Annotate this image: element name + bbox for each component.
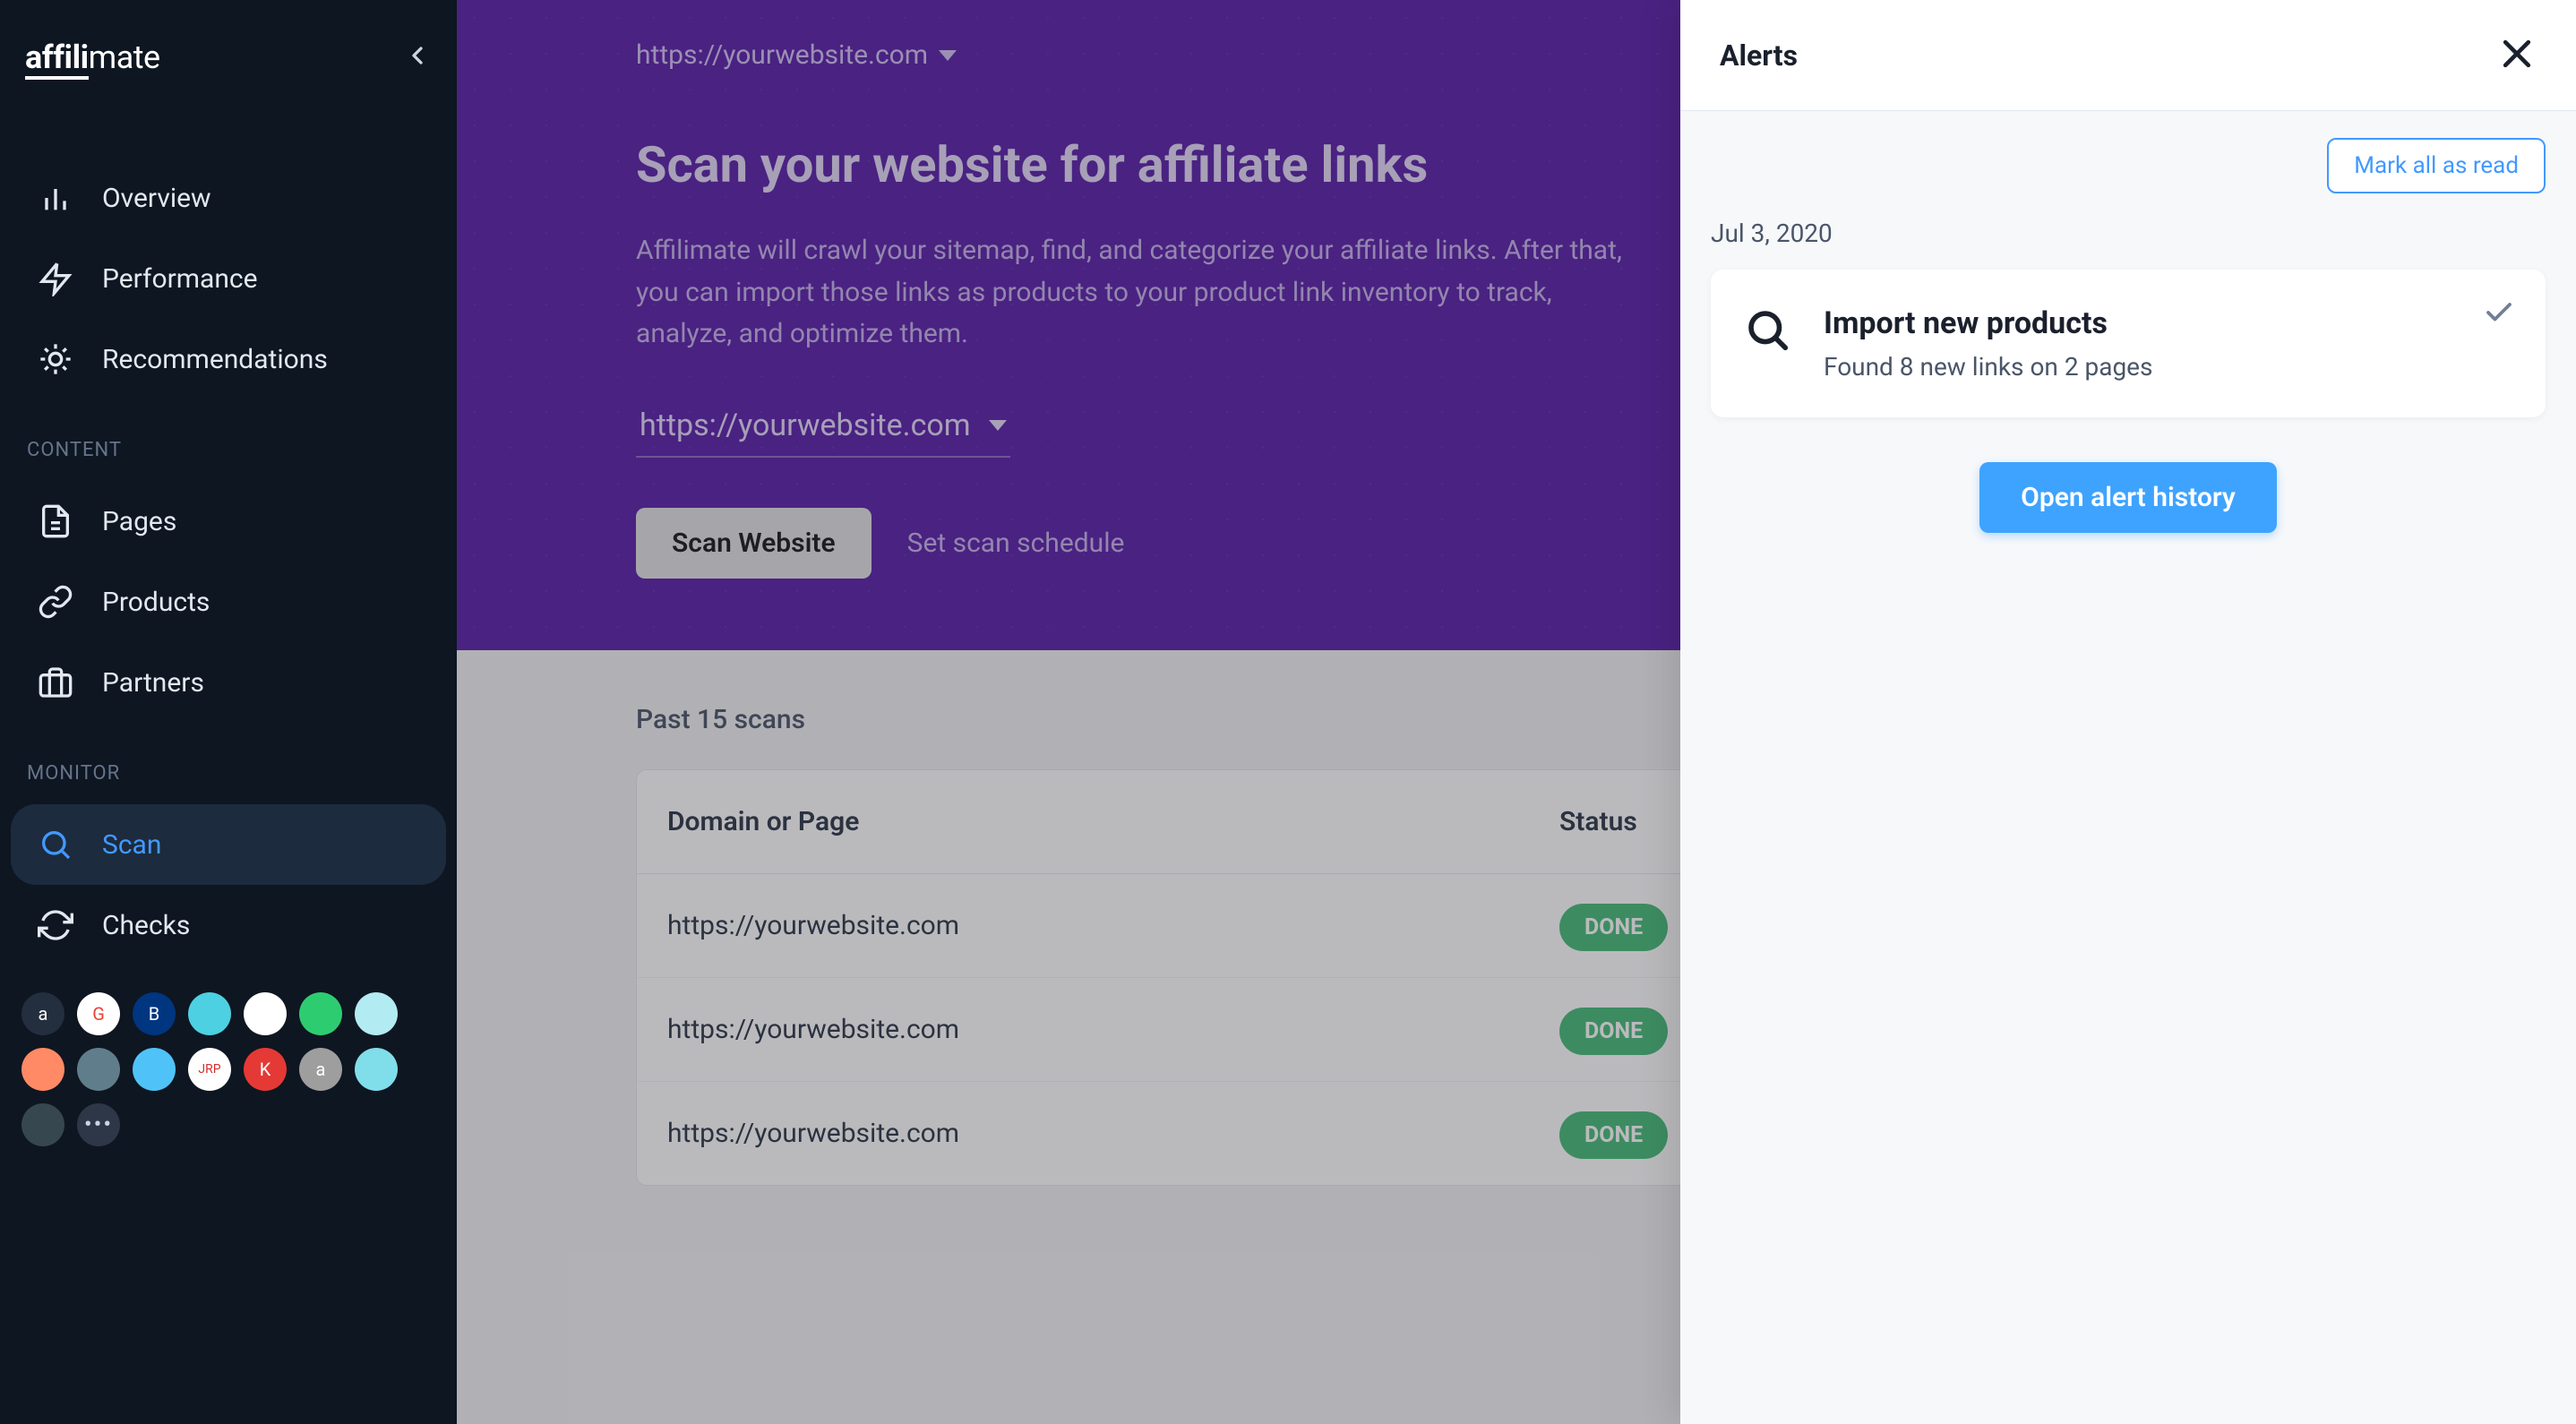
alerts-header: Alerts xyxy=(1680,0,2576,111)
close-alerts-button[interactable] xyxy=(2497,34,2537,77)
nav-performance-label: Performance xyxy=(102,263,258,295)
mark-all-read-button[interactable]: Mark all as read xyxy=(2327,138,2546,193)
briefcase-icon xyxy=(38,665,73,700)
chevron-left-icon xyxy=(403,41,432,70)
alerts-body: Mark all as read Jul 3, 2020 Import new … xyxy=(1680,111,2576,1424)
partner-dot[interactable] xyxy=(133,1048,176,1091)
file-text-icon xyxy=(38,503,73,539)
partner-icons: a G B JRP K a ••• xyxy=(0,965,457,1173)
hero-description: Affilimate will crawl your sitemap, find… xyxy=(636,230,1639,356)
scan-website-button[interactable]: Scan Website xyxy=(636,508,872,579)
alerts-title: Alerts xyxy=(1720,39,1798,73)
partner-dot[interactable] xyxy=(188,992,231,1035)
partner-dot[interactable] xyxy=(21,1048,64,1091)
partner-dot[interactable] xyxy=(355,1048,398,1091)
logo[interactable]: affilimate xyxy=(25,39,160,76)
alert-check-button[interactable] xyxy=(2483,296,2515,332)
nav-pages-label: Pages xyxy=(102,506,176,537)
close-icon xyxy=(2497,34,2537,73)
cell-domain: https://yourwebsite.com xyxy=(667,910,1559,941)
nav-checks[interactable]: Checks xyxy=(11,885,446,965)
logo-part2: mate xyxy=(89,39,160,76)
col-domain: Domain or Page xyxy=(667,806,1559,837)
alert-card-body: Import new products Found 8 new links on… xyxy=(1824,305,2152,382)
caret-down-icon xyxy=(989,420,1007,431)
partner-dot[interactable] xyxy=(244,992,287,1035)
open-alert-history-button[interactable]: Open alert history xyxy=(1979,462,2277,533)
partner-dot[interactable]: K xyxy=(244,1048,287,1091)
partner-dot[interactable]: a xyxy=(299,1048,342,1091)
site-url-value: https://yourwebsite.com xyxy=(636,39,928,71)
search-icon xyxy=(38,827,73,862)
collapse-sidebar-button[interactable] xyxy=(403,41,432,73)
partner-dot[interactable] xyxy=(355,992,398,1035)
nav-scan[interactable]: Scan xyxy=(11,804,446,885)
section-monitor-label: MONITOR xyxy=(0,723,457,804)
nav-primary: Overview Performance Recommendations CON… xyxy=(0,115,457,965)
sidebar: affilimate Overview Performance Recommen… xyxy=(0,0,457,1424)
partner-dot[interactable]: a xyxy=(21,992,64,1035)
partner-dot[interactable]: JRP xyxy=(188,1048,231,1091)
partner-dot[interactable] xyxy=(21,1103,64,1146)
alert-date: Jul 3, 2020 xyxy=(1711,219,2546,248)
cell-domain: https://yourwebsite.com xyxy=(667,1014,1559,1045)
status-badge: DONE xyxy=(1559,904,1668,951)
alert-card-title: Import new products xyxy=(1824,305,2152,341)
partner-dot[interactable]: B xyxy=(133,992,176,1035)
link-icon xyxy=(38,584,73,620)
nav-recommendations[interactable]: Recommendations xyxy=(11,319,446,399)
check-icon xyxy=(2483,296,2515,329)
site-select-dropdown[interactable]: https://yourwebsite.com xyxy=(636,400,1010,458)
search-icon xyxy=(1743,305,1791,354)
sun-icon xyxy=(38,341,73,377)
nav-recommendations-label: Recommendations xyxy=(102,344,328,375)
partner-dot[interactable]: G xyxy=(77,992,120,1035)
lightning-icon xyxy=(38,261,73,296)
nav-overview[interactable]: Overview xyxy=(11,158,446,238)
partner-dot[interactable] xyxy=(299,992,342,1035)
alerts-panel: Alerts Mark all as read Jul 3, 2020 Impo… xyxy=(1680,0,2576,1424)
status-badge: DONE xyxy=(1559,1111,1668,1159)
nav-scan-label: Scan xyxy=(102,829,161,861)
nav-overview-label: Overview xyxy=(102,183,211,214)
status-badge: DONE xyxy=(1559,1008,1668,1055)
logo-part1: affili xyxy=(25,39,89,80)
nav-pages[interactable]: Pages xyxy=(11,481,446,562)
nav-partners[interactable]: Partners xyxy=(11,642,446,723)
nav-products[interactable]: Products xyxy=(11,562,446,642)
chevron-down-icon xyxy=(939,50,957,61)
alerts-cta: Open alert history xyxy=(1711,462,2546,533)
alert-card-subtitle: Found 8 new links on 2 pages xyxy=(1824,352,2152,382)
nav-performance[interactable]: Performance xyxy=(11,238,446,319)
nav-partners-label: Partners xyxy=(102,667,204,699)
site-select-value: https://yourwebsite.com xyxy=(640,407,971,443)
sidebar-header: affilimate xyxy=(0,0,457,115)
partner-more-button[interactable]: ••• xyxy=(77,1103,120,1146)
alert-card-icon xyxy=(1743,305,1791,357)
nav-products-label: Products xyxy=(102,587,210,618)
bar-chart-icon xyxy=(38,180,73,216)
nav-checks-label: Checks xyxy=(102,910,190,941)
cell-domain: https://yourwebsite.com xyxy=(667,1118,1559,1149)
section-content-label: CONTENT xyxy=(0,399,457,481)
mark-read-row: Mark all as read xyxy=(1711,138,2546,193)
refresh-icon xyxy=(38,907,73,943)
set-scan-schedule-link[interactable]: Set scan schedule xyxy=(907,528,1125,559)
alert-card[interactable]: Import new products Found 8 new links on… xyxy=(1711,270,2546,417)
partner-dot[interactable] xyxy=(77,1048,120,1091)
